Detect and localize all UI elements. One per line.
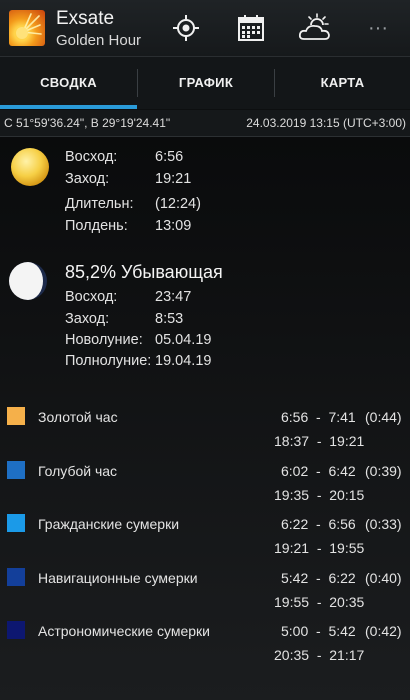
sun-icon xyxy=(11,148,49,186)
weather-button[interactable] xyxy=(295,8,335,48)
sun-set-value: 19:21 xyxy=(155,171,192,187)
active-tab-indicator xyxy=(0,105,137,109)
more-icon: ··· xyxy=(368,17,388,39)
astronomical-twilight-color-swatch xyxy=(7,621,25,639)
period-duration: (0:40) xyxy=(365,570,402,586)
period-evening-range: 19:21 - 19:55 xyxy=(274,540,365,556)
period-name: Навигационные сумерки xyxy=(38,570,198,586)
full-moon-label: Полнолуние: xyxy=(65,353,152,369)
period-evening-range: 19:55 - 20:35 xyxy=(274,594,365,610)
period-name: Астрономические сумерки xyxy=(38,623,210,639)
period-duration: (0:33) xyxy=(365,516,402,532)
period-name: Золотой час xyxy=(38,409,118,425)
full-moon-value: 19.04.19 xyxy=(155,353,212,369)
moon-set-label: Заход: xyxy=(65,311,110,327)
period-morning-range: 6:22 - 6:56 xyxy=(281,516,356,532)
tab-summary[interactable]: СВОДКА xyxy=(0,57,137,109)
period-duration: (0:42) xyxy=(365,623,402,639)
golden-hour-color-swatch xyxy=(7,407,25,425)
blue-hour-color-swatch xyxy=(7,461,25,479)
period-name: Гражданские сумерки xyxy=(38,516,180,532)
tab-map[interactable]: КАРТА xyxy=(275,57,410,109)
location-date-bar[interactable]: С 51°59'36.24", В 29°19'24.41" 24.03.201… xyxy=(0,110,410,137)
solar-noon-value: 13:09 xyxy=(155,218,192,234)
location-button[interactable] xyxy=(166,8,206,48)
period-morning-range: 6:02 - 6:42 xyxy=(281,463,356,479)
sun-set-label: Заход: xyxy=(65,171,110,187)
sun-rise-label: Восход: xyxy=(65,149,118,165)
calendar-icon xyxy=(238,15,264,41)
period-evening-range: 18:37 - 19:21 xyxy=(274,433,365,449)
moon-set-value: 8:53 xyxy=(155,311,184,327)
period-evening-range: 20:35 - 21:17 xyxy=(274,647,365,663)
app-bar: Exsate Golden Hour ··· xyxy=(0,0,410,57)
tab-bar: СВОДКА ГРАФИК КАРТА xyxy=(0,57,410,109)
moon-phase-text: 85,2% Убывающая xyxy=(65,262,223,282)
period-morning-range: 6:56 - 7:41 xyxy=(281,409,356,425)
period-morning-range: 5:42 - 6:22 xyxy=(281,570,356,586)
civil-twilight-color-swatch xyxy=(7,514,25,532)
weather-sun-cloud-icon xyxy=(298,13,330,40)
app-subtitle: Golden Hour xyxy=(56,32,142,49)
period-morning-range: 5:00 - 5:42 xyxy=(281,623,356,639)
more-options-button[interactable]: ··· xyxy=(358,8,398,48)
day-length-label: Длительн: xyxy=(65,196,134,212)
new-moon-value: 05.04.19 xyxy=(155,332,212,348)
new-moon-label: Новолуние: xyxy=(65,332,143,348)
solar-noon-label: Полдень: xyxy=(65,218,128,234)
moon-rise-value: 23:47 xyxy=(155,289,192,305)
period-evening-range: 19:35 - 20:15 xyxy=(274,487,365,503)
moon-phase-icon xyxy=(9,262,47,300)
period-duration: (0:44) xyxy=(365,409,402,425)
sun-rise-value: 6:56 xyxy=(155,149,184,165)
day-length-value: (12:24) xyxy=(155,196,201,212)
location-target-icon xyxy=(173,15,199,41)
coordinates[interactable]: С 51°59'36.24", В 29°19'24.41" xyxy=(4,116,170,130)
period-name: Голубой час xyxy=(38,463,118,479)
moon-rise-label: Восход: xyxy=(65,289,118,305)
period-duration: (0:39) xyxy=(365,463,402,479)
calendar-button[interactable] xyxy=(231,8,271,48)
tab-chart[interactable]: ГРАФИК xyxy=(138,57,274,109)
date-time[interactable]: 24.03.2019 13:15 (UTC+3:00) xyxy=(246,116,406,130)
app-title: Exsate xyxy=(56,8,115,29)
app-logo-icon xyxy=(9,10,45,46)
summary-panel: Восход: 6:56 Заход: 19:21 Длительн: (12:… xyxy=(0,137,410,700)
nautical-twilight-color-swatch xyxy=(7,568,25,586)
